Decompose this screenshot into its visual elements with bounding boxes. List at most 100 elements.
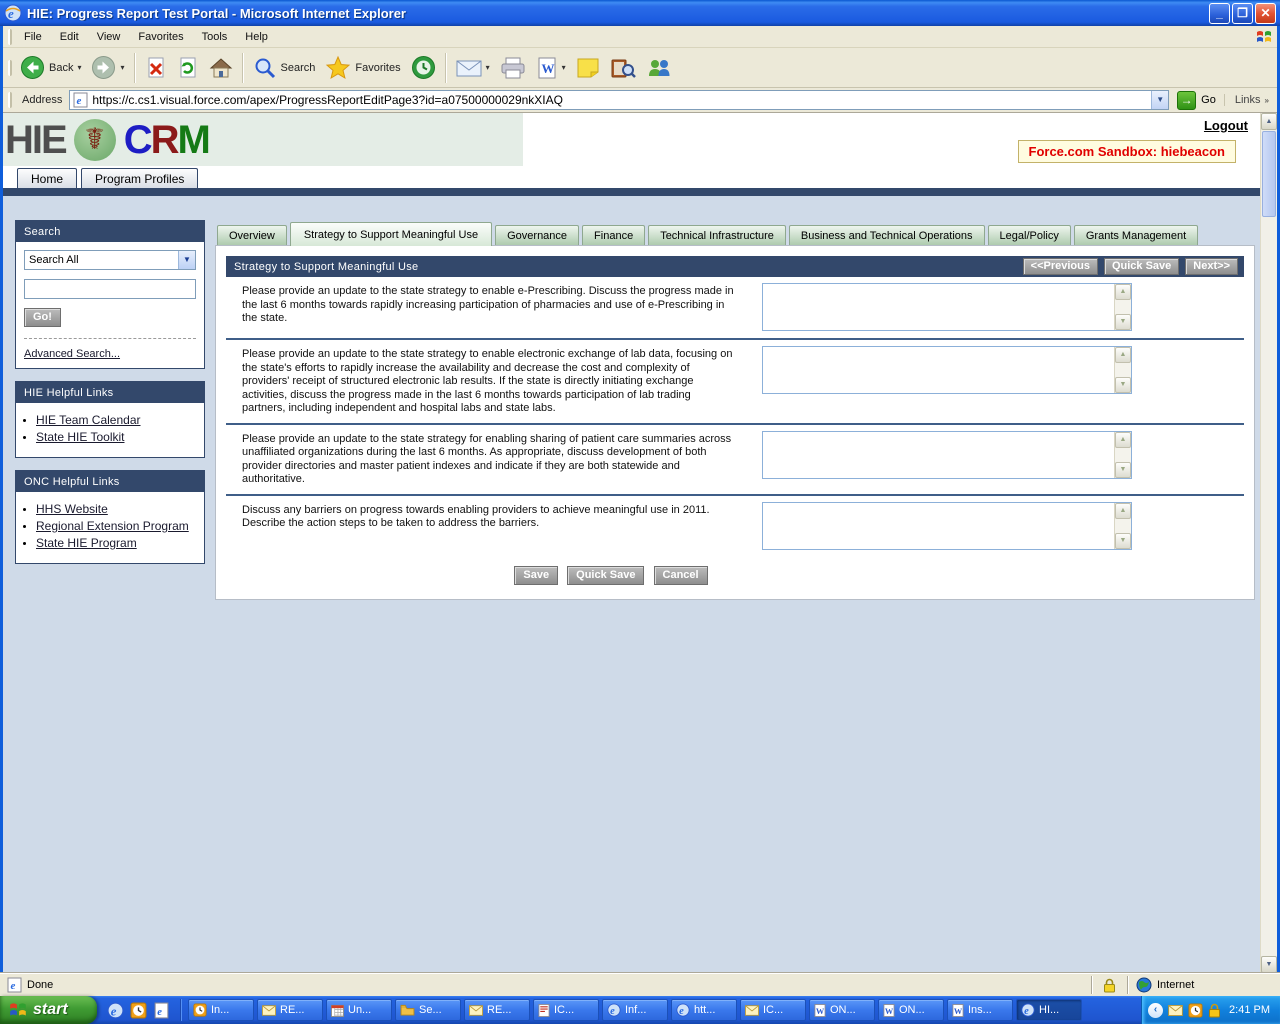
task-window[interactable]: W ON... bbox=[878, 999, 944, 1021]
back-dropdown-icon[interactable]: ▾ bbox=[77, 63, 81, 72]
edit-dropdown-icon[interactable]: ▾ bbox=[562, 63, 566, 72]
toolbar-grip[interactable] bbox=[8, 92, 12, 108]
scroll-up-icon[interactable]: ▲ bbox=[1261, 113, 1277, 130]
address-dropdown-icon[interactable]: ▼ bbox=[1151, 91, 1169, 109]
ie-doc-quicklaunch-icon[interactable]: e bbox=[153, 1002, 170, 1019]
tab-governance[interactable]: Governance bbox=[495, 225, 580, 245]
scroll-down-icon[interactable]: ▼ bbox=[1115, 314, 1131, 330]
notes-button[interactable] bbox=[571, 55, 605, 81]
answer-textarea[interactable]: ▲ ▼ bbox=[762, 430, 1132, 479]
scroll-up-icon[interactable]: ▲ bbox=[1115, 284, 1131, 300]
scrollbar-track[interactable] bbox=[1261, 218, 1277, 956]
menu-file[interactable]: File bbox=[15, 28, 51, 46]
refresh-button[interactable] bbox=[172, 54, 204, 82]
textarea-scrollbar[interactable]: ▲ ▼ bbox=[1114, 284, 1131, 330]
link-regional-extension-program[interactable]: Regional Extension Program bbox=[36, 519, 189, 533]
chevron-down-icon[interactable]: ▼ bbox=[178, 251, 195, 269]
ie-quicklaunch-icon[interactable]: e bbox=[107, 1002, 124, 1019]
history-button[interactable] bbox=[406, 53, 441, 82]
task-window[interactable]: IC... bbox=[740, 999, 806, 1021]
link-hie-team-calendar[interactable]: HIE Team Calendar bbox=[36, 413, 141, 427]
toolbar-grip[interactable] bbox=[8, 59, 12, 76]
task-window[interactable]: Un... bbox=[326, 999, 392, 1021]
scroll-up-icon[interactable]: ▲ bbox=[1115, 347, 1131, 363]
minimize-button[interactable]: _ bbox=[1209, 2, 1230, 24]
scrollbar-thumb[interactable] bbox=[1262, 131, 1276, 217]
textarea-scrollbar[interactable]: ▲ ▼ bbox=[1114, 502, 1131, 549]
scroll-down-icon[interactable]: ▼ bbox=[1115, 377, 1131, 393]
previous-button[interactable]: <<Previous bbox=[1022, 258, 1098, 275]
tab-business-technical-operations[interactable]: Business and Technical Operations bbox=[788, 225, 985, 245]
task-window[interactable]: RE... bbox=[257, 999, 323, 1021]
scroll-down-icon[interactable]: ▼ bbox=[1115, 532, 1131, 549]
answer-input[interactable] bbox=[763, 502, 1114, 549]
task-window[interactable]: e htt... bbox=[671, 999, 737, 1021]
back-button[interactable]: Back ▾ bbox=[15, 53, 86, 82]
task-window[interactable]: IC... bbox=[533, 999, 599, 1021]
task-window[interactable]: e Inf... bbox=[602, 999, 668, 1021]
tray-lock-icon[interactable] bbox=[1208, 1003, 1221, 1018]
links-toolbar[interactable]: Links » bbox=[1223, 94, 1277, 106]
title-bar[interactable]: e HIE: Progress Report Test Portal - Mic… bbox=[0, 0, 1280, 26]
forward-button[interactable]: ▾ bbox=[86, 53, 129, 82]
mail-dropdown-icon[interactable]: ▾ bbox=[486, 63, 490, 72]
scroll-up-icon[interactable]: ▲ bbox=[1115, 502, 1131, 519]
toolbar-grip[interactable] bbox=[8, 28, 12, 45]
task-window[interactable]: W ON... bbox=[809, 999, 875, 1021]
tray-chevron-icon[interactable]: ‹ bbox=[1148, 1002, 1164, 1018]
answer-input[interactable] bbox=[763, 347, 1114, 393]
forward-dropdown-icon[interactable]: ▾ bbox=[120, 63, 124, 72]
tab-legal-policy[interactable]: Legal/Policy bbox=[987, 225, 1071, 245]
favorites-button[interactable]: Favorites bbox=[320, 53, 405, 82]
search-button[interactable]: Search bbox=[248, 54, 321, 82]
mail-button[interactable]: ▾ bbox=[451, 56, 495, 80]
close-button[interactable]: ✕ bbox=[1255, 2, 1276, 24]
tab-program-profiles[interactable]: Program Profiles bbox=[81, 168, 199, 188]
sidebar-search-input[interactable] bbox=[24, 279, 196, 299]
research-button[interactable] bbox=[605, 54, 641, 82]
tab-technical-infrastructure[interactable]: Technical Infrastructure bbox=[648, 225, 786, 245]
clock-quicklaunch-icon[interactable] bbox=[130, 1002, 147, 1019]
go-button[interactable]: → Go bbox=[1169, 90, 1224, 110]
quick-save-button-bottom[interactable]: Quick Save bbox=[567, 565, 645, 585]
task-window[interactable]: RE... bbox=[464, 999, 530, 1021]
answer-textarea[interactable]: ▲ ▼ bbox=[762, 283, 1132, 331]
tab-strategy-meaningful-use[interactable]: Strategy to Support Meaningful Use bbox=[289, 222, 493, 246]
print-button[interactable] bbox=[495, 54, 531, 82]
quick-save-button-top[interactable]: Quick Save bbox=[1103, 258, 1180, 275]
next-button[interactable]: Next>> bbox=[1185, 258, 1238, 275]
restore-button[interactable]: ❐ bbox=[1232, 2, 1253, 24]
textarea-scrollbar[interactable]: ▲ ▼ bbox=[1114, 347, 1131, 393]
messenger-button[interactable] bbox=[641, 54, 677, 82]
sidebar-go-button[interactable]: Go! bbox=[24, 308, 61, 327]
advanced-search-link[interactable]: Advanced Search... bbox=[24, 348, 120, 360]
tray-mail-icon[interactable] bbox=[1168, 1004, 1183, 1016]
home-button[interactable] bbox=[204, 54, 238, 82]
cancel-button[interactable]: Cancel bbox=[653, 565, 708, 585]
scroll-up-icon[interactable]: ▲ bbox=[1115, 431, 1131, 448]
menu-tools[interactable]: Tools bbox=[193, 28, 237, 46]
address-input[interactable]: e https://c.cs1.visual.force.com/apex/Pr… bbox=[69, 90, 1170, 110]
menu-help[interactable]: Help bbox=[236, 28, 277, 46]
tab-grants-management[interactable]: Grants Management bbox=[1073, 225, 1199, 245]
scroll-down-icon[interactable]: ▼ bbox=[1261, 956, 1277, 973]
link-state-hie-program[interactable]: State HIE Program bbox=[36, 536, 137, 550]
task-window[interactable]: In... bbox=[188, 999, 254, 1021]
search-scope-select[interactable]: Search All ▼ bbox=[24, 250, 196, 270]
save-button[interactable]: Save bbox=[514, 565, 559, 585]
edit-with-word-button[interactable]: W ▾ bbox=[531, 54, 571, 82]
task-window[interactable]: W Ins... bbox=[947, 999, 1013, 1021]
menu-favorites[interactable]: Favorites bbox=[129, 28, 192, 46]
tab-home[interactable]: Home bbox=[17, 168, 78, 188]
answer-input[interactable] bbox=[763, 284, 1114, 330]
link-state-hie-toolkit[interactable]: State HIE Toolkit bbox=[36, 430, 125, 444]
task-window-active[interactable]: e HI... bbox=[1016, 999, 1082, 1021]
tab-finance[interactable]: Finance bbox=[582, 225, 646, 245]
answer-textarea[interactable]: ▲ ▼ bbox=[762, 501, 1132, 550]
stop-button[interactable] bbox=[140, 54, 172, 82]
vertical-scrollbar[interactable]: ▲ ▼ bbox=[1260, 113, 1277, 973]
task-window[interactable]: Se... bbox=[395, 999, 461, 1021]
link-hhs-website[interactable]: HHS Website bbox=[36, 502, 108, 516]
tray-clock-icon[interactable] bbox=[1188, 1002, 1203, 1018]
answer-input[interactable] bbox=[763, 431, 1114, 478]
